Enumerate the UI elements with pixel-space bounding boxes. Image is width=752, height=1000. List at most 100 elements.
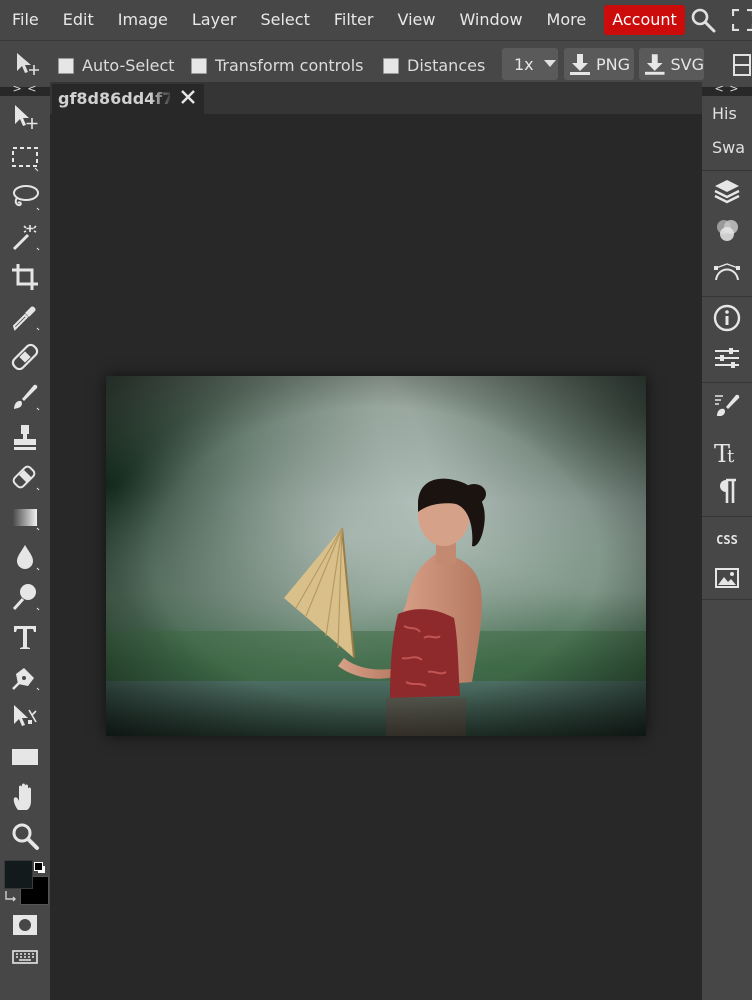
info-icon [713, 304, 741, 332]
menu-more[interactable]: More [535, 0, 599, 40]
swap-colors-icon[interactable] [4, 889, 18, 903]
tools-panel [0, 96, 50, 1000]
paths-panel-button[interactable] [712, 256, 742, 286]
keyboard-toggle[interactable] [10, 942, 40, 972]
quick-mask-toggle[interactable] [10, 910, 40, 940]
image-icon [715, 568, 739, 588]
image-panel-button[interactable] [712, 563, 742, 593]
hand-icon [13, 783, 31, 810]
info-panel-button[interactable] [712, 303, 742, 333]
blur-icon [17, 545, 40, 571]
crop-tool[interactable] [10, 262, 40, 292]
photo-woman-in-water [106, 376, 646, 736]
menu-layer[interactable]: Layer [180, 0, 249, 40]
reset-colors-icon[interactable] [34, 862, 46, 874]
marquee-select-icon [12, 147, 39, 172]
tab-title-fade [150, 84, 174, 114]
layers-panel-button[interactable] [712, 176, 742, 206]
auto-select-label: Auto-Select [82, 56, 175, 75]
collapse-left-toggle[interactable]: > < [0, 82, 50, 96]
scale-value: 1x [514, 54, 534, 74]
hand-tool[interactable] [10, 782, 40, 812]
account-button[interactable]: Account [604, 5, 685, 35]
character-text-icon: T t [714, 440, 735, 468]
css-panel-button[interactable]: CSS [712, 525, 742, 555]
shape-tool[interactable] [10, 742, 40, 772]
document-tab-bar: gf8d86dd4f73 [50, 82, 702, 114]
panel-separator [702, 516, 752, 517]
marquee-tool[interactable] [10, 142, 40, 172]
type-tool[interactable] [10, 622, 40, 652]
zoom-icon [12, 823, 39, 850]
zoom-tool[interactable] [10, 822, 40, 852]
path-select-tool[interactable] [10, 702, 40, 732]
history-panel-tab[interactable]: His [712, 104, 737, 123]
pen-tool[interactable] [10, 662, 40, 692]
right-panel: His Swa T t CSS [702, 96, 752, 1000]
move-tool[interactable] [10, 102, 40, 132]
eraser-tool[interactable] [10, 462, 40, 492]
search-icon[interactable] [690, 7, 716, 33]
brush-settings-button[interactable] [712, 390, 742, 420]
brush-tool[interactable] [10, 382, 40, 412]
fullscreen-icon[interactable] [732, 9, 752, 31]
eyedropper-tool[interactable] [10, 302, 40, 332]
css-label: CSS [716, 533, 738, 547]
channels-icon [717, 220, 738, 241]
transform-controls-label: Transform controls [215, 56, 364, 75]
healing-brush-icon [11, 343, 39, 371]
download-icon [570, 54, 590, 75]
document-tab[interactable]: gf8d86dd4f73 [52, 84, 204, 114]
panel-layout-icon[interactable] [732, 54, 752, 76]
text-tool-icon [14, 626, 36, 649]
close-icon[interactable] [178, 87, 198, 107]
adjustments-panel-button[interactable] [712, 343, 742, 373]
move-tool-icon [17, 53, 39, 75]
swatches-panel-tab[interactable]: Swa [712, 138, 745, 157]
gradient-icon [13, 509, 40, 531]
dodge-tool[interactable] [10, 582, 40, 612]
lasso-tool[interactable] [10, 182, 40, 212]
clone-stamp-tool[interactable] [10, 422, 40, 452]
export-svg-button[interactable]: SVG [639, 48, 704, 80]
eyedropper-icon [12, 306, 40, 331]
paragraph-panel-button[interactable] [712, 476, 742, 506]
menu-select[interactable]: Select [248, 0, 321, 40]
canvas-image[interactable] [106, 376, 646, 736]
checkbox-box[interactable] [191, 57, 207, 74]
checkbox-box[interactable] [383, 57, 399, 74]
magic-wand-tool[interactable] [10, 222, 40, 252]
brush-icon [14, 384, 40, 411]
brush-settings-icon [715, 394, 740, 416]
magic-wand-icon [12, 225, 40, 251]
png-label: PNG [596, 54, 631, 74]
options-bar: Auto-Select Transform controls Distances… [0, 40, 752, 87]
menu-edit[interactable]: Edit [51, 0, 106, 40]
menu-view[interactable]: View [385, 0, 447, 40]
scale-dropdown[interactable]: 1x [502, 48, 558, 80]
character-panel-button[interactable]: T t [712, 436, 742, 468]
transform-controls-checkbox[interactable]: Transform controls [191, 56, 363, 75]
healing-tool[interactable] [10, 342, 40, 372]
checkbox-box[interactable] [58, 57, 74, 74]
export-png-button[interactable]: PNG [564, 48, 634, 80]
menu-filter[interactable]: Filter [322, 0, 386, 40]
auto-select-checkbox[interactable]: Auto-Select [58, 56, 175, 75]
layers-icon [714, 180, 740, 204]
panel-separator [702, 599, 752, 600]
gradient-tool[interactable] [10, 502, 40, 532]
blur-tool[interactable] [10, 542, 40, 572]
panel-separator [702, 170, 752, 171]
menu-image[interactable]: Image [106, 0, 180, 40]
panel-separator [702, 296, 752, 297]
channels-panel-button[interactable] [712, 216, 742, 246]
collapse-right-toggle[interactable]: < > [702, 82, 752, 96]
menu-file[interactable]: File [0, 0, 51, 40]
move-tool-icon [15, 105, 38, 129]
distances-checkbox[interactable]: Distances [383, 56, 485, 75]
download-icon [644, 54, 665, 75]
menu-bar: File Edit Image Layer Select Filter View… [0, 0, 752, 40]
foreground-color-swatch[interactable] [4, 860, 33, 889]
menu-window[interactable]: Window [447, 0, 534, 40]
keyboard-icon [12, 950, 38, 964]
